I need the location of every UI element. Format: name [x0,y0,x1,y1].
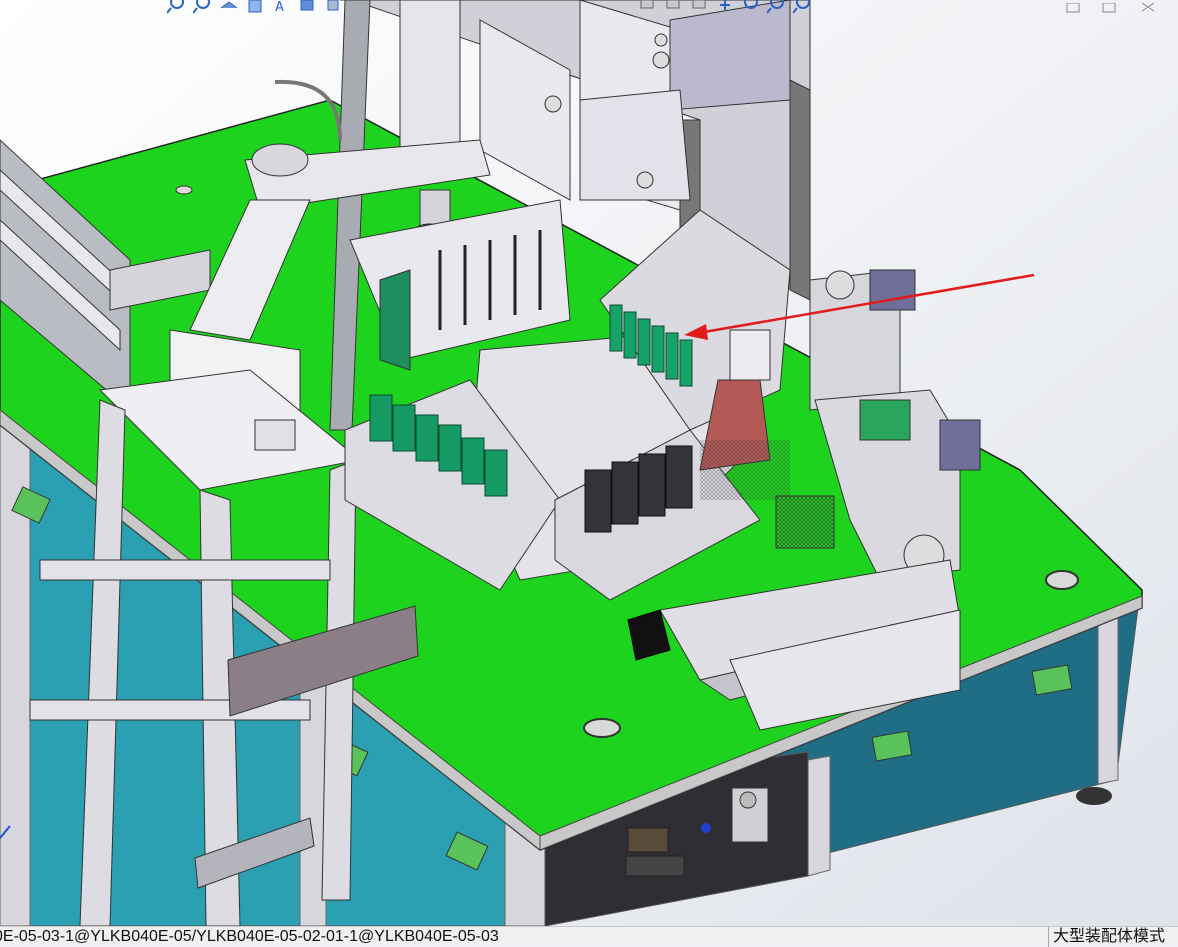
graphics-viewport[interactable]: A [0,0,1178,926]
heads-up-view-toolbar-right [636,0,814,16]
zoom-to-area-icon[interactable] [192,0,214,16]
edit-appearance-icon[interactable] [662,0,684,16]
apply-scene-icon[interactable] [688,0,710,16]
display-style-icon[interactable] [322,0,344,16]
status-bar: 0E-05-03-1@YLKB040E-05/YLKB040E-05-02-01… [0,926,1178,947]
component-path-text: 0E-05-03-1@YLKB040E-05/YLKB040E-05-02-01… [0,928,499,945]
zoom-to-fit-icon[interactable] [166,0,188,16]
rotate-view-icon[interactable] [740,0,762,16]
view-orientation-icon[interactable] [296,0,318,16]
close-view-icon[interactable] [1138,0,1160,14]
zoom-icon[interactable] [792,0,814,16]
large-assembly-mode-indicator[interactable]: 大型装配体模式 [1048,927,1178,947]
svg-text:A: A [275,0,284,14]
restore-view-icon[interactable] [1064,0,1086,14]
assembly-model-view[interactable] [0,0,1178,926]
heads-up-view-toolbar: A [166,0,344,16]
section-view-icon[interactable] [244,0,266,16]
dynamic-annotation-icon[interactable]: A [270,0,292,16]
view-settings-icon[interactable] [714,0,736,16]
pan-icon[interactable] [766,0,788,16]
previous-view-icon[interactable] [218,0,240,16]
maximize-view-icon[interactable] [1100,0,1122,14]
hide-show-items-icon[interactable] [636,0,658,16]
